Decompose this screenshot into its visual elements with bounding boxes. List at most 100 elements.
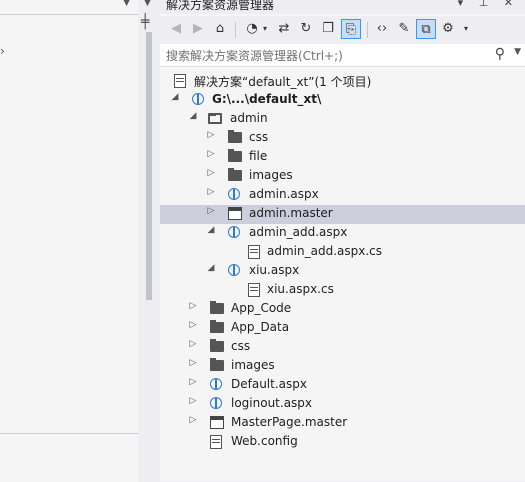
folder-icon [210,339,224,354]
tree-row-file[interactable]: ▷ MasterPage.master [160,414,525,433]
tree-row-file[interactable]: Web.config [160,433,525,452]
tree-label: admin.aspx [249,187,319,201]
tree-row-folder[interactable]: ▷ file [160,148,525,167]
left-panel-header: ▼ [0,0,138,15]
chevron-down-icon[interactable]: ▾ [260,19,270,39]
folder-icon [228,168,242,183]
expand-arrow-icon[interactable]: ▷ [206,149,216,159]
tree-row-file[interactable]: ▷ admin.aspx [160,186,525,205]
left-panel: ▼ › [0,0,138,482]
tree-label: css [231,339,251,353]
sync-icon[interactable]: ⇄ [274,19,294,39]
tree-row-file[interactable]: ▷ loginout.aspx [160,395,525,414]
tree-label: Web.config [231,434,298,448]
tree-label: MasterPage.master [231,415,348,429]
expand-arrow-icon[interactable]: ▷ [188,377,198,387]
splitter[interactable]: ▼ ╪ [138,0,160,481]
pin-icon[interactable]: ▾ ⊥ ✕ [458,0,519,9]
collapse-arrow-icon[interactable]: ◢ [188,111,198,121]
expand-arrow-icon[interactable]: ▷ [188,320,198,330]
cs-file-icon [248,283,262,297]
expand-arrow-icon[interactable]: ▷ [206,206,216,216]
left-panel-bottom [0,433,138,482]
toolbar-separator [367,22,368,38]
aspx-file-icon [228,226,242,240]
expand-arrow-icon[interactable]: ▷ [206,187,216,197]
folder-open-icon [208,112,222,126]
globe-icon [192,93,206,107]
tree-row-folder[interactable]: ◢ admin [160,110,525,129]
history-icon[interactable]: ◔ [242,19,262,39]
tree-row-solution[interactable]: 解决方案“default_xt”(1 个项目) [160,72,525,91]
expand-arrow-icon[interactable]: ▷ [206,168,216,178]
show-all-files-icon[interactable]: ⎘ [341,19,361,39]
split-grip-icon[interactable]: ╪ [141,14,149,30]
search-input[interactable]: 搜索解决方案资源管理器(Ctrl+;) [166,47,343,64]
search-bar[interactable]: 搜索解决方案资源管理器(Ctrl+;) ⚲ ▼ [160,44,525,67]
tree-row-folder[interactable]: ▷ css [160,338,525,357]
solution-icon [174,74,188,88]
tree-row-folder[interactable]: ▷ App_Data [160,319,525,338]
chevron-down-icon[interactable]: ▼ [144,0,151,8]
panel-titlebar: 解决方案资源管理器 ▾ ⊥ ✕ [160,0,525,14]
folder-icon [228,130,242,145]
expand-arrow-icon[interactable]: ▷ [188,415,198,425]
expand-arrow-icon[interactable]: ▷ [188,396,198,406]
forward-icon[interactable]: ▶ [188,19,208,39]
tree-label: admin.master [249,206,333,220]
tree-label-solution: 解决方案“default_xt”(1 个项目) [194,75,372,89]
scrollbar[interactable] [146,32,152,300]
expand-arrow-icon[interactable]: ▷ [206,130,216,140]
tree-row-file[interactable]: admin_add.aspx.cs [160,243,525,262]
folder-icon [210,301,224,316]
tree-row-file[interactable]: ▷ Default.aspx [160,376,525,395]
tree-row-file-selected[interactable]: ▷ admin.master [160,205,525,224]
tree-label: admin_add.aspx.cs [267,244,382,258]
chevron-right-icon[interactable]: › [0,44,5,58]
preview-icon[interactable]: ⧉ [416,19,436,39]
folder-icon [210,358,224,373]
refresh-icon[interactable]: ↻ [296,19,316,39]
tree-label: admin [230,111,268,125]
collapse-arrow-icon[interactable]: ◢ [206,225,216,235]
aspx-file-icon [210,397,224,411]
tree-label: xiu.aspx [249,263,300,277]
chevron-down-icon[interactable]: ▼ [123,0,130,8]
collapse-all-icon[interactable]: ❐ [318,19,338,39]
expand-arrow-icon[interactable]: ▷ [188,358,198,368]
properties-icon[interactable]: ✎ [394,19,414,39]
tree-row-folder[interactable]: ▷ images [160,167,525,186]
solution-explorer: 解决方案资源管理器 ▾ ⊥ ✕ ◀ ▶ ⌂ ◔ ▾ ⇄ ↻ ❐ ⎘ ‹› ✎ ⧉… [160,0,525,481]
search-icon[interactable]: ⚲ [495,46,505,62]
toolbar-separator [235,22,236,38]
tree-row-project[interactable]: ◢ G:\...\default_xt\ [160,91,525,110]
folder-icon [210,320,224,335]
toolbar: ◀ ▶ ⌂ ◔ ▾ ⇄ ↻ ❐ ⎘ ‹› ✎ ⧉ ⚙ ▾ [160,16,525,44]
master-file-icon [210,416,224,430]
tree-label-project: G:\...\default_xt\ [212,92,322,106]
home-icon[interactable]: ⌂ [210,19,230,39]
tree-label: App_Code [231,301,292,315]
aspx-file-icon [228,188,242,202]
tree-label: images [231,358,275,372]
tree-row-file[interactable]: ◢ xiu.aspx [160,262,525,281]
expand-arrow-icon[interactable]: ▷ [188,301,198,311]
tree-label: loginout.aspx [231,396,313,410]
config-file-icon [210,435,224,449]
tree-label: css [249,130,269,144]
tree-label: xiu.aspx.cs [267,282,334,296]
view-code-icon[interactable]: ‹› [372,19,392,39]
tree-row-folder[interactable]: ▷ css [160,129,525,148]
tree-row-file[interactable]: ◢ admin_add.aspx [160,224,525,243]
tree-row-folder[interactable]: ▷ images [160,357,525,376]
expand-arrow-icon[interactable]: ▷ [188,339,198,349]
class-view-icon[interactable]: ⚙ [438,19,458,39]
tree-label: images [249,168,293,182]
tree-row-file[interactable]: xiu.aspx.cs [160,281,525,300]
collapse-arrow-icon[interactable]: ◢ [170,92,180,102]
collapse-arrow-icon[interactable]: ◢ [206,263,216,273]
chevron-down-icon[interactable]: ▼ [514,47,521,57]
chevron-down-icon[interactable]: ▾ [460,19,472,39]
tree-row-folder[interactable]: ▷ App_Code [160,300,525,319]
back-icon[interactable]: ◀ [166,19,186,39]
